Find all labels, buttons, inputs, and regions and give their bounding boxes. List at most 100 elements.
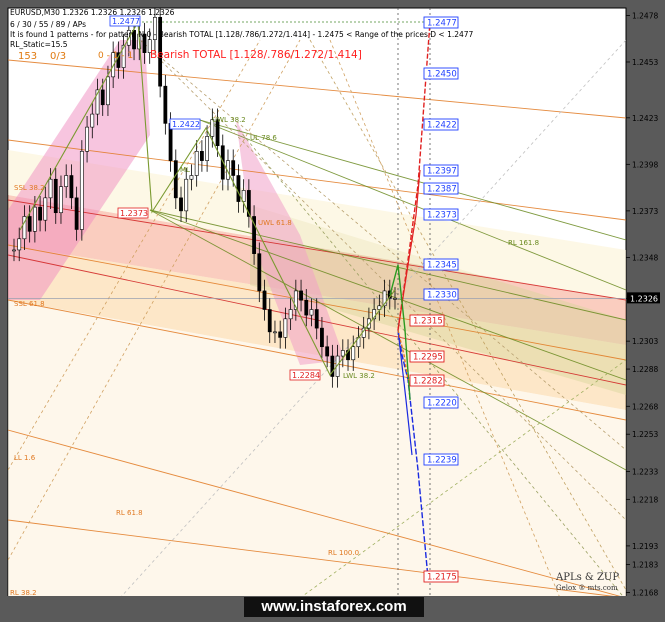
pattern-point-label: 1.2477 bbox=[112, 17, 140, 26]
pattern-point-label: 1.2373 bbox=[120, 209, 148, 218]
y-tick-label: 1.2183 bbox=[632, 560, 658, 569]
projection-level-label: 1.2220 bbox=[427, 399, 457, 409]
y-tick-label: 1.2218 bbox=[632, 495, 658, 504]
channel-label-6: RL 161.8 bbox=[508, 239, 539, 247]
candle-body bbox=[189, 175, 194, 180]
count-a: 153 bbox=[18, 51, 38, 62]
projection-level-label: 1.2282 bbox=[413, 377, 443, 387]
candle-body bbox=[309, 309, 314, 316]
candle-body bbox=[59, 186, 63, 214]
channel-label-9: UL 78.6 bbox=[250, 134, 277, 142]
indicator-line: 6 / 30 / 55 / 89 / APs bbox=[10, 20, 87, 29]
candle-body bbox=[106, 76, 110, 106]
candle-body bbox=[79, 151, 84, 230]
symbol-line: EURUSD,M30 1.2326 1.2326 1.2326 1.2326 bbox=[10, 8, 175, 17]
candle-body bbox=[27, 216, 32, 232]
channel-label-11: LL 1.6 bbox=[14, 454, 36, 462]
channel-label-3: SSL 38.2 bbox=[14, 184, 45, 192]
projection-level-label: 1.2373 bbox=[427, 211, 457, 221]
candle-body bbox=[64, 175, 69, 187]
candle-body bbox=[69, 175, 74, 199]
projection-level-label: 1.2477 bbox=[427, 19, 457, 29]
projection-level-label: 1.2397 bbox=[427, 167, 457, 177]
y-tick-label: 1.2233 bbox=[632, 467, 658, 476]
candle-body bbox=[231, 160, 236, 176]
y-tick-label: 1.2288 bbox=[632, 365, 658, 374]
y-tick-label: 1.2268 bbox=[632, 402, 658, 411]
channel-label-1: UWL 38.2 bbox=[212, 116, 246, 124]
candle-body bbox=[320, 327, 324, 348]
projection-level-label: 1.2239 bbox=[427, 456, 457, 466]
candle-body bbox=[273, 331, 277, 334]
candle-body bbox=[43, 197, 48, 221]
channel-label-5: RL 100.0 bbox=[328, 549, 359, 557]
count-b: 0/3 bbox=[50, 51, 67, 62]
y-tick-label: 1.2253 bbox=[632, 430, 658, 439]
pattern-point-label: 1.2284 bbox=[292, 371, 320, 380]
candle-body bbox=[262, 290, 267, 310]
candle-body bbox=[12, 249, 16, 252]
y-tick-label: 1.2423 bbox=[632, 114, 658, 123]
candle-body bbox=[38, 206, 42, 221]
candle-body bbox=[267, 309, 272, 333]
candle-body bbox=[163, 85, 168, 124]
candle-body bbox=[48, 178, 53, 199]
brand-subtitle: Gelox ® mts.com bbox=[556, 584, 618, 592]
candle-body bbox=[314, 309, 319, 329]
y-tick-label: 1.2478 bbox=[632, 11, 658, 20]
candle-body bbox=[257, 253, 262, 292]
y-tick-label: 1.2398 bbox=[632, 160, 658, 169]
y-tick-label: 1.2373 bbox=[632, 207, 658, 216]
candle-body bbox=[194, 151, 199, 176]
y-tick-label: 1.2348 bbox=[632, 253, 658, 262]
candle-body bbox=[283, 318, 288, 338]
candle-body bbox=[278, 331, 283, 338]
candle-body bbox=[53, 178, 58, 214]
candle-body bbox=[236, 175, 241, 202]
channel-label-7: UWL 61.8 bbox=[258, 219, 292, 227]
candle-body bbox=[173, 160, 178, 199]
watermark: www.instaforex.com bbox=[244, 597, 424, 617]
projection-level-label: 1.2295 bbox=[413, 353, 443, 363]
candle-body bbox=[17, 238, 22, 251]
static-line: RL_Static=15.5 bbox=[10, 40, 68, 49]
candle-body bbox=[179, 197, 183, 212]
projection-level-label: 1.2422 bbox=[427, 121, 457, 131]
channel-label-0: ML bbox=[180, 166, 190, 174]
candle-body bbox=[184, 178, 189, 212]
y-tick-label: 1.2193 bbox=[632, 542, 658, 551]
projection-level-label: 1.2450 bbox=[427, 70, 457, 80]
candle-body bbox=[100, 89, 105, 106]
candle-body bbox=[304, 299, 309, 316]
projection-level-label: 1.2330 bbox=[427, 291, 457, 301]
candle-body bbox=[74, 197, 79, 230]
y-tick-label: 1.2453 bbox=[632, 58, 658, 67]
price-chart[interactable]: ML UWL 38.2 SSL 61.8 SSL 38.2 RL 61.8 RL 100.… bbox=[0, 0, 665, 622]
brand-title: APLs & ZUP bbox=[556, 572, 620, 583]
projection-level-label: 1.2315 bbox=[413, 317, 443, 327]
projection-level-label: 1.2387 bbox=[427, 185, 457, 195]
candle-body bbox=[393, 298, 397, 300]
current-price-label: 1.2326 bbox=[630, 294, 658, 303]
candle-body bbox=[90, 113, 95, 128]
channel-label-2: SSL 61.8 bbox=[14, 300, 45, 308]
pattern-code: 0 - 1 - 1 bbox=[98, 51, 134, 61]
candle-body bbox=[85, 126, 89, 152]
y-tick-label: 1.2303 bbox=[632, 337, 658, 346]
candle-body bbox=[299, 290, 303, 301]
candle-body bbox=[199, 151, 204, 161]
channel-label-8: LWL 38.2 bbox=[343, 372, 375, 380]
pattern-line: It is found 1 patterns - for pattern N 0… bbox=[10, 30, 474, 39]
candle-body bbox=[325, 346, 330, 357]
pattern-title: Bearish TOTAL [1.128/.786/1.272/1.414] bbox=[150, 49, 362, 61]
chart-window: ML UWL 38.2 SSL 61.8 SSL 38.2 RL 61.8 RL 100.… bbox=[0, 0, 665, 622]
projection-level-label: 1.2345 bbox=[427, 261, 457, 271]
projection-level-label: 1.2175 bbox=[427, 573, 457, 583]
candle-body bbox=[288, 309, 293, 320]
candle-body bbox=[32, 206, 37, 232]
channel-label-4: RL 61.8 bbox=[116, 509, 143, 517]
pattern-point-label: 1.2422 bbox=[172, 120, 200, 129]
candle-body bbox=[205, 136, 210, 161]
candle-body bbox=[351, 346, 356, 361]
candle-body bbox=[340, 350, 345, 357]
